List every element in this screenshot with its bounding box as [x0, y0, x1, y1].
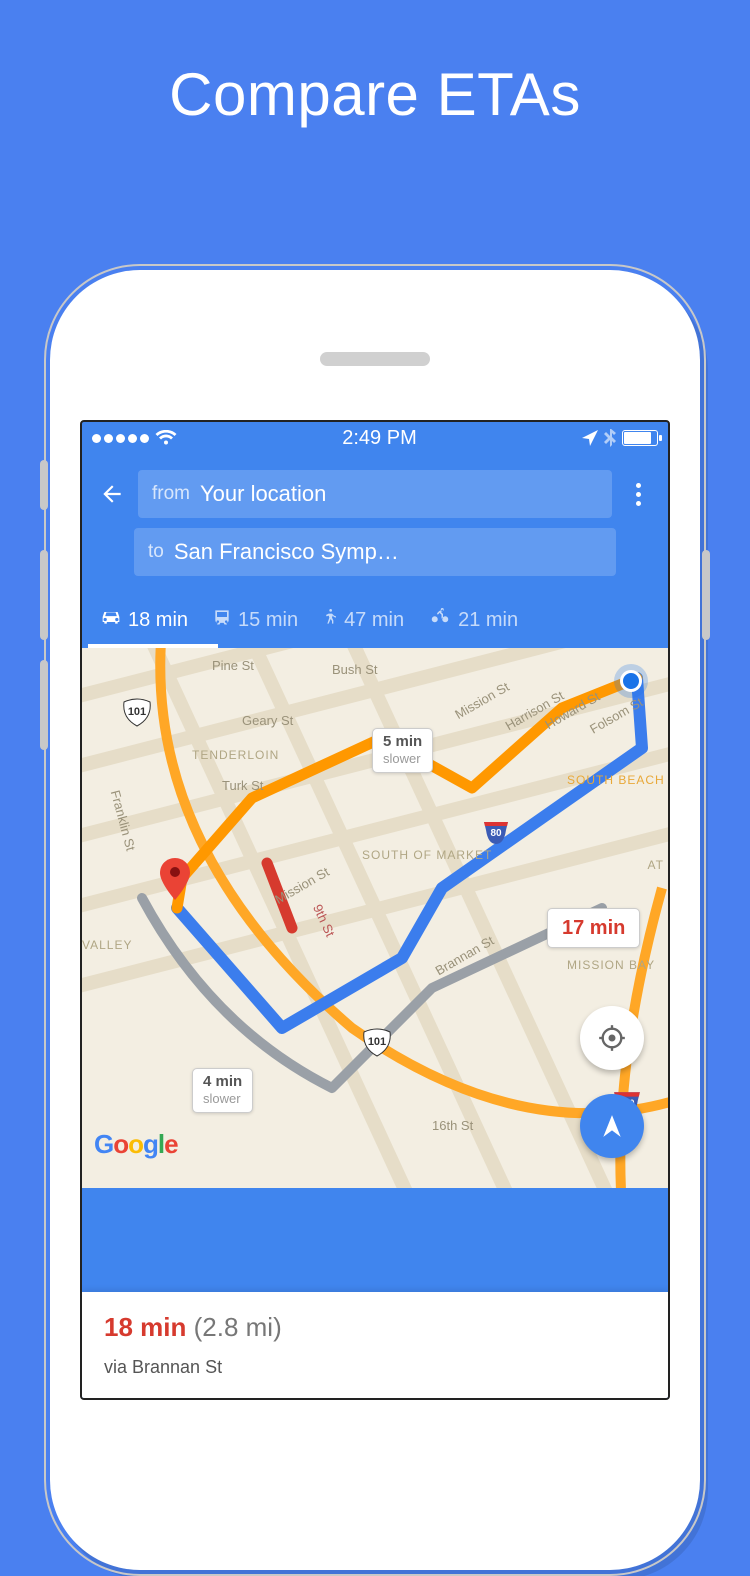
google-logo: Google: [94, 1129, 178, 1160]
phone-speaker: [320, 352, 430, 366]
hwy-shield-80: 80: [482, 818, 510, 849]
bike-icon: [428, 608, 452, 632]
street-label: Pine St: [212, 658, 254, 673]
to-field[interactable]: to San Francisco Symp…: [134, 528, 616, 576]
district-label: MISSION BAY: [567, 958, 655, 972]
district-label: AT: [648, 858, 664, 872]
route-distance: (2.8 mi): [194, 1312, 282, 1342]
overflow-menu-button[interactable]: [622, 483, 654, 506]
wifi-icon: [155, 430, 177, 446]
street-label: Geary St: [242, 713, 293, 728]
route-callout-slower[interactable]: 5 minslower: [372, 728, 433, 773]
route-callout-slower[interactable]: 4 minslower: [192, 1068, 253, 1113]
hwy-shield-101: 101: [362, 1028, 392, 1061]
battery-icon: [622, 430, 658, 446]
street-label: Turk St: [222, 778, 263, 793]
hwy-shield-101: 101: [122, 698, 152, 731]
route-callout-main[interactable]: 17 min: [547, 908, 640, 948]
street-label: Bush St: [332, 662, 378, 677]
tab-drive[interactable]: 18 min: [88, 596, 200, 648]
mode-tabs: 18 min 15 min 47 min: [82, 584, 668, 648]
to-prefix: to: [148, 541, 164, 563]
tab-drive-time: 18 min: [128, 609, 188, 632]
destination-pin-icon: [160, 858, 190, 900]
signal-dots-icon: [92, 434, 149, 443]
directions-header: from Your location to San Francisco Symp…: [82, 454, 668, 648]
route-via: via Brannan St: [104, 1357, 646, 1378]
district-label: SOUTH OF MARKET: [362, 848, 492, 864]
transit-icon: [212, 607, 232, 633]
status-bar: 2:49 PM: [82, 422, 668, 454]
app-screen: 2:49 PM from Your location: [80, 420, 670, 1400]
tab-transit[interactable]: 15 min: [200, 596, 310, 648]
status-time: 2:49 PM: [342, 427, 416, 450]
street-label: 16th St: [432, 1118, 473, 1133]
district-label: TENDERLOIN: [192, 748, 279, 762]
to-value: San Francisco Symp…: [174, 539, 399, 565]
from-prefix: from: [152, 483, 190, 505]
promo-title: Compare ETAs: [0, 60, 750, 129]
walk-icon: [322, 606, 338, 634]
current-location-dot: [620, 670, 642, 692]
route-summary-sheet[interactable]: 18 min (2.8 mi) via Brannan St: [82, 1292, 668, 1398]
district-label: SOUTH BEACH: [567, 773, 665, 787]
tab-transit-time: 15 min: [238, 609, 298, 632]
car-icon: [100, 607, 122, 633]
map-view[interactable]: Pine St Bush St Geary St Turk St Frankli…: [82, 648, 668, 1188]
from-field[interactable]: from Your location: [138, 470, 612, 518]
back-button[interactable]: [96, 478, 128, 510]
recenter-button[interactable]: [580, 1006, 644, 1070]
tab-bike[interactable]: 21 min: [416, 596, 530, 648]
tab-bike-time: 21 min: [458, 609, 518, 632]
district-label: VALLEY: [82, 938, 132, 952]
route-eta: 18 min: [104, 1312, 186, 1342]
from-value: Your location: [200, 481, 326, 507]
tab-walk[interactable]: 47 min: [310, 596, 416, 648]
location-services-icon: [582, 430, 598, 446]
tab-walk-time: 47 min: [344, 609, 404, 632]
phone-frame: 2:49 PM from Your location: [50, 270, 700, 1570]
bluetooth-icon: [604, 429, 616, 447]
start-navigation-button[interactable]: [580, 1094, 644, 1158]
